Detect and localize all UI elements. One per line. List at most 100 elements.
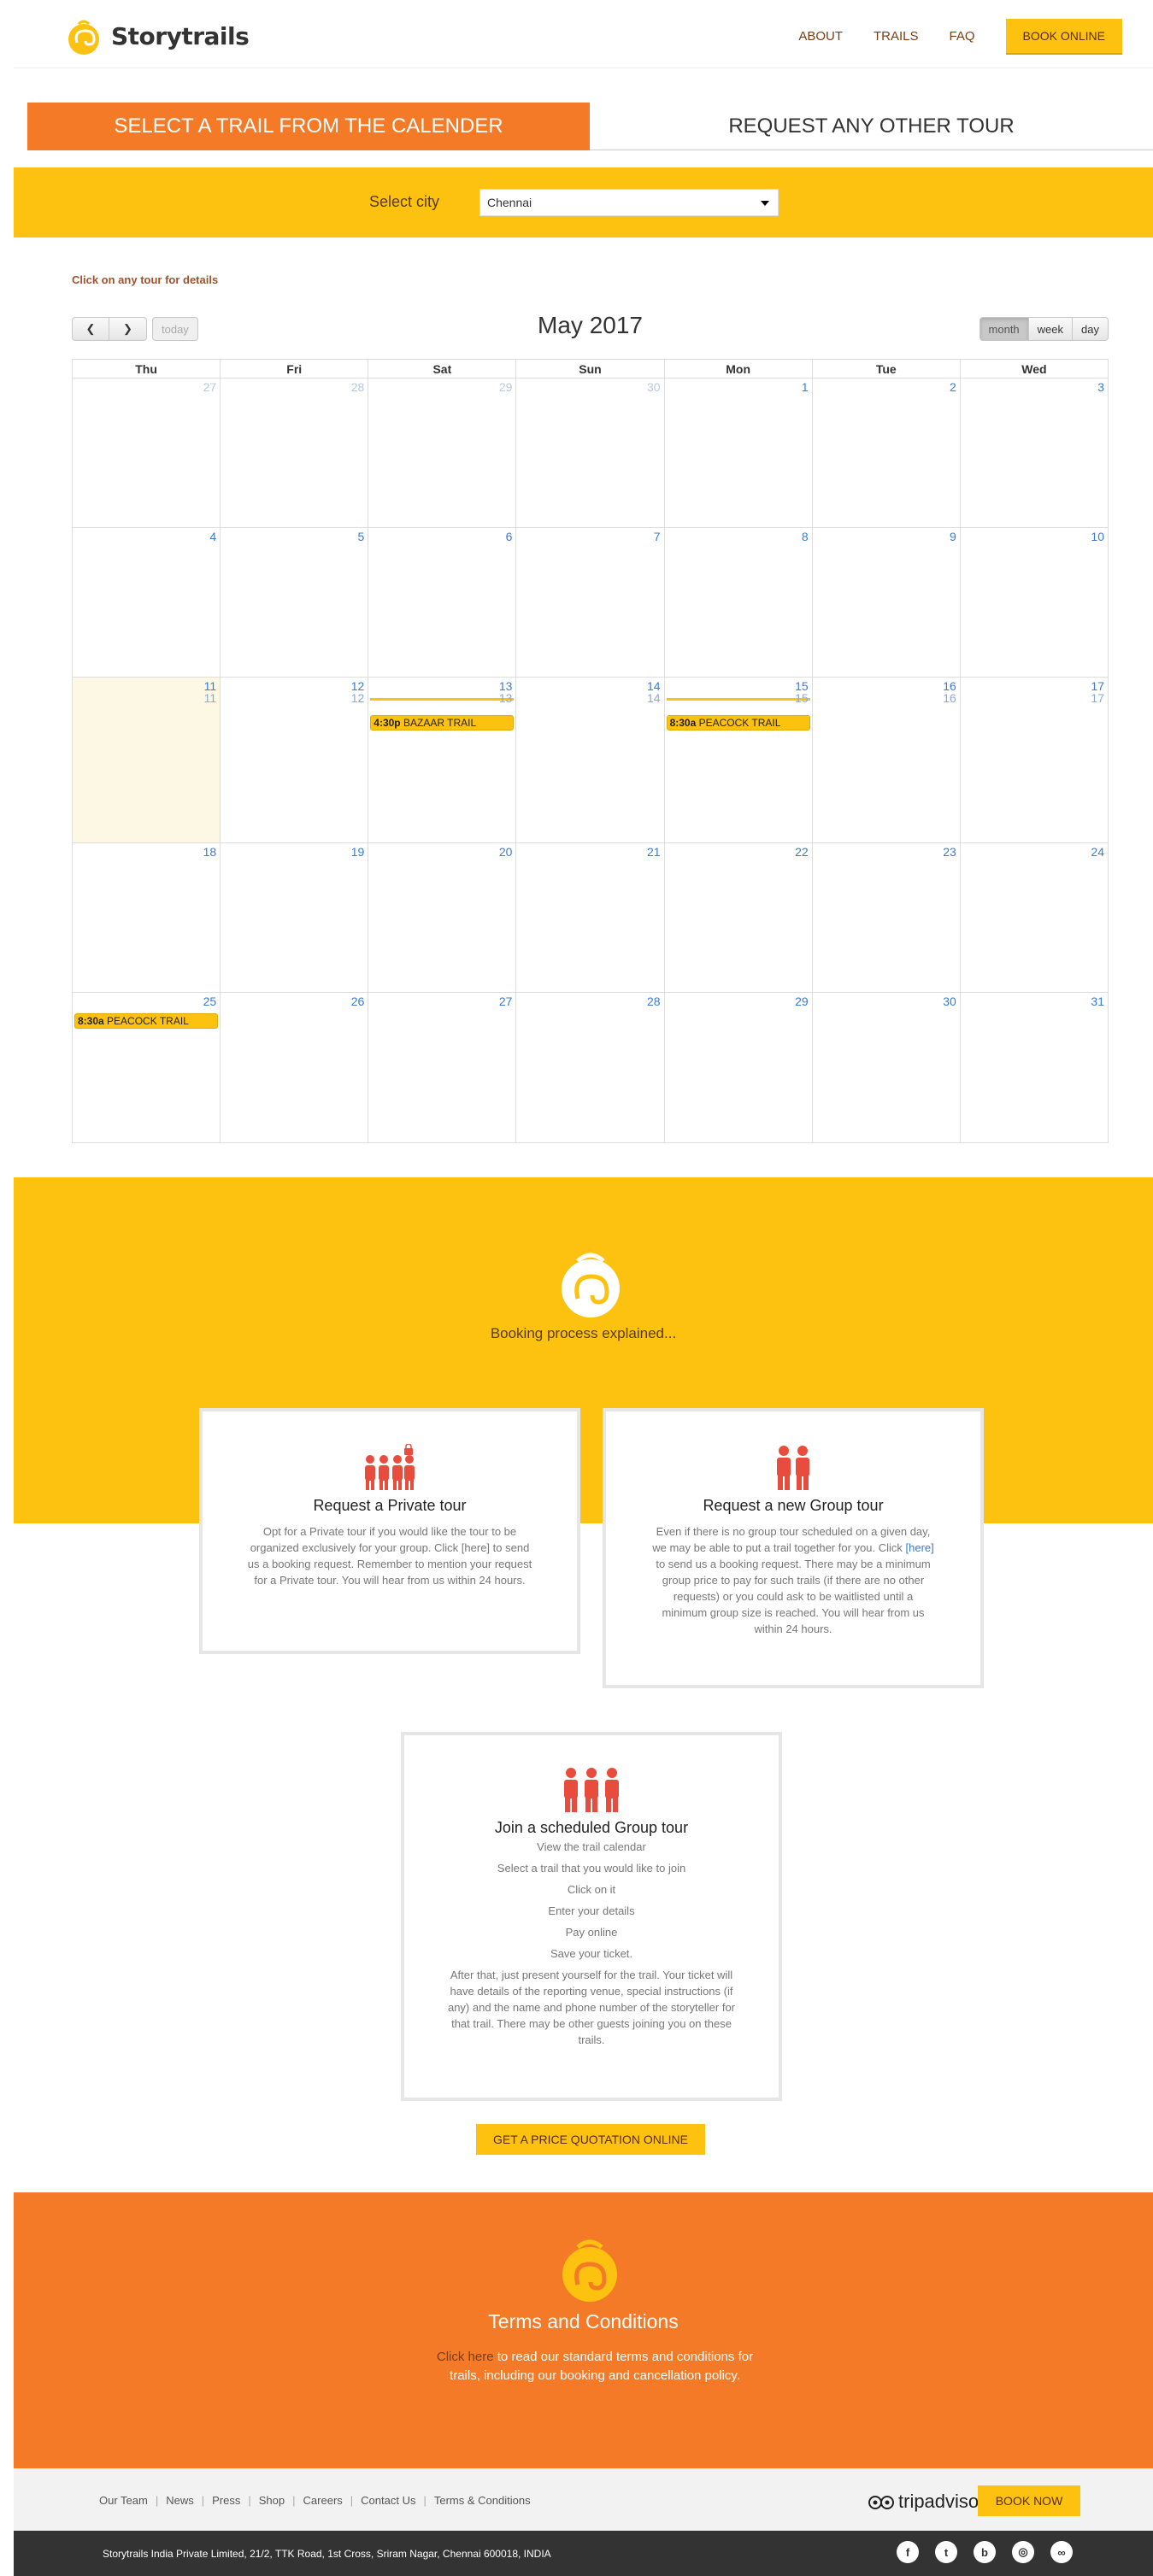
- calendar-day[interactable]: 6: [368, 528, 517, 677]
- day-number: 29: [498, 380, 513, 394]
- calendar-day[interactable]: 30: [813, 993, 961, 1142]
- book-online-button[interactable]: BOOK ONLINE: [1005, 19, 1122, 53]
- weekday-label: Mon: [665, 360, 813, 378]
- calendar-day[interactable]: 28: [516, 993, 665, 1142]
- group-tour-title: Request a new Group tour: [703, 1497, 884, 1514]
- calendar-day[interactable]: 16 16: [813, 678, 961, 842]
- calendar-day[interactable]: 29: [665, 993, 813, 1142]
- next-month-button[interactable]: ❯: [109, 317, 147, 341]
- calendar-day[interactable]: 5: [221, 528, 369, 677]
- calendar-day[interactable]: 1: [665, 378, 813, 527]
- tab-request-other-tour[interactable]: REQUEST ANY OTHER TOUR: [590, 103, 1153, 150]
- calendar-day[interactable]: 8: [665, 528, 813, 677]
- calendar-day[interactable]: 30: [516, 378, 665, 527]
- day-number: 19: [350, 845, 365, 859]
- calendar-day[interactable]: 14 14: [516, 678, 665, 842]
- calendar-day[interactable]: 24: [961, 843, 1108, 992]
- elephant-logo-icon: [68, 20, 99, 55]
- calendar-day[interactable]: 27: [73, 378, 221, 527]
- calendar-day[interactable]: 17 17: [961, 678, 1108, 842]
- facebook-icon[interactable]: f: [897, 2541, 919, 2563]
- step-item: Select a trail that you would like to jo…: [497, 1862, 686, 1875]
- calendar-day[interactable]: 31: [961, 993, 1108, 1142]
- footer-separator: |: [423, 2494, 426, 2507]
- booking-tabs: SELECT A TRAIL FROM THE CALENDER REQUEST…: [27, 103, 1153, 150]
- calendar-day[interactable]: 25 8:30a PEACOCK TRAIL: [73, 993, 221, 1142]
- city-select[interactable]: Chennai: [479, 189, 779, 216]
- calendar-day[interactable]: 28: [221, 378, 369, 527]
- day-number: 6: [505, 530, 513, 543]
- event-peacock-trail[interactable]: 8:30a PEACOCK TRAIL: [666, 715, 810, 731]
- calendar-day[interactable]: 23: [813, 843, 961, 992]
- calendar-day[interactable]: 19: [221, 843, 369, 992]
- step-item: Enter your details: [548, 1904, 635, 1917]
- day-number: 30: [943, 995, 956, 1008]
- nav-trails[interactable]: TRAILS: [874, 29, 919, 44]
- today-button[interactable]: today: [152, 317, 198, 341]
- day-number: 28: [350, 380, 365, 394]
- scheduled-tour-card: Join a scheduled Group tour View the tra…: [401, 1732, 782, 2101]
- group-icon: [606, 1444, 980, 1492]
- calendar-day[interactable]: 15 15 8:30a PEACOCK TRAIL: [665, 678, 813, 842]
- prev-month-button[interactable]: ❮: [72, 317, 109, 341]
- footer-link[interactable]: Careers: [303, 2494, 343, 2507]
- calendar-day[interactable]: 26: [221, 993, 369, 1142]
- group-tour-text-start: Even if there is no group tour scheduled…: [652, 1525, 931, 1554]
- day-number: 13: [498, 691, 513, 705]
- brand-logo[interactable]: Storytrails: [65, 17, 250, 55]
- event-divider: [666, 698, 810, 701]
- footer-link[interactable]: News: [166, 2494, 194, 2507]
- tab-trail-calendar[interactable]: SELECT A TRAIL FROM THE CALENDER: [27, 103, 590, 150]
- view-month-button[interactable]: month: [979, 317, 1029, 341]
- book-now-button[interactable]: BOOK NOW: [978, 2485, 1080, 2516]
- calendar-nav-buttons: ❮ ❯: [72, 317, 147, 341]
- city-label: Select city: [369, 193, 440, 210]
- calendar-day[interactable]: 21: [516, 843, 665, 992]
- calendar-day[interactable]: 12 12: [221, 678, 369, 842]
- calendar-day[interactable]: 20: [368, 843, 517, 992]
- calendar-day[interactable]: 22: [665, 843, 813, 992]
- step-item: View the trail calendar: [537, 1840, 646, 1853]
- event-peacock-trail[interactable]: 8:30a PEACOCK TRAIL: [74, 1013, 219, 1029]
- calendar-day[interactable]: 4: [73, 528, 221, 677]
- terms-link[interactable]: Click here: [437, 2350, 494, 2364]
- blogger-icon[interactable]: b: [974, 2541, 996, 2563]
- twitter-icon[interactable]: t: [935, 2541, 957, 2563]
- calendar-day[interactable]: 9: [813, 528, 961, 677]
- event-bazaar-trail[interactable]: 4:30p BAZAAR TRAIL: [370, 715, 515, 731]
- instagram-icon[interactable]: ◎: [1012, 2541, 1034, 2563]
- day-number: 4: [209, 530, 217, 543]
- footer-link[interactable]: Our Team: [99, 2494, 148, 2507]
- calendar-day[interactable]: 2: [813, 378, 961, 527]
- calendar-day-today[interactable]: 11 11: [73, 678, 221, 842]
- calendar-day[interactable]: 3: [961, 378, 1108, 527]
- view-week-button[interactable]: week: [1028, 317, 1074, 341]
- tripadvisor-icon[interactable]: ∞: [1050, 2541, 1073, 2563]
- view-day-button[interactable]: day: [1073, 317, 1109, 341]
- tripadvisor-logo[interactable]: tripadvisor: [868, 2491, 985, 2513]
- day-number: 27: [498, 995, 513, 1008]
- footer-link[interactable]: Contact Us: [361, 2494, 415, 2507]
- calendar-day[interactable]: 10: [961, 528, 1108, 677]
- group-request-link[interactable]: [here]: [906, 1541, 934, 1554]
- chevron-down-icon: [761, 201, 769, 206]
- view-switcher: month week day: [979, 317, 1109, 341]
- terms-section: Terms and Conditions Click here to read …: [14, 2192, 1153, 2468]
- calendar-day[interactable]: 13 13 4:30p BAZAAR TRAIL: [368, 678, 517, 842]
- calendar-week: 18 19 20 21 22 23 24: [73, 843, 1108, 993]
- footer-link[interactable]: Press: [212, 2494, 240, 2507]
- day-number: 8: [801, 530, 809, 543]
- nav-faq[interactable]: FAQ: [950, 29, 975, 44]
- weekday-label: Sun: [516, 360, 665, 378]
- footer-link[interactable]: Terms & Conditions: [434, 2494, 531, 2507]
- footer-link[interactable]: Shop: [259, 2494, 285, 2507]
- day-number: 14: [646, 691, 661, 705]
- calendar-day[interactable]: 7: [516, 528, 665, 677]
- price-quotation-button[interactable]: GET A PRICE QUOTATION ONLINE: [476, 2124, 705, 2155]
- booking-caption: Booking process explained...: [490, 1325, 677, 1341]
- tripadvisor-owl-icon: [868, 2496, 894, 2509]
- calendar-day[interactable]: 18: [73, 843, 221, 992]
- calendar-day[interactable]: 27: [368, 993, 517, 1142]
- nav-about[interactable]: ABOUT: [798, 29, 843, 44]
- calendar-day[interactable]: 29: [368, 378, 517, 527]
